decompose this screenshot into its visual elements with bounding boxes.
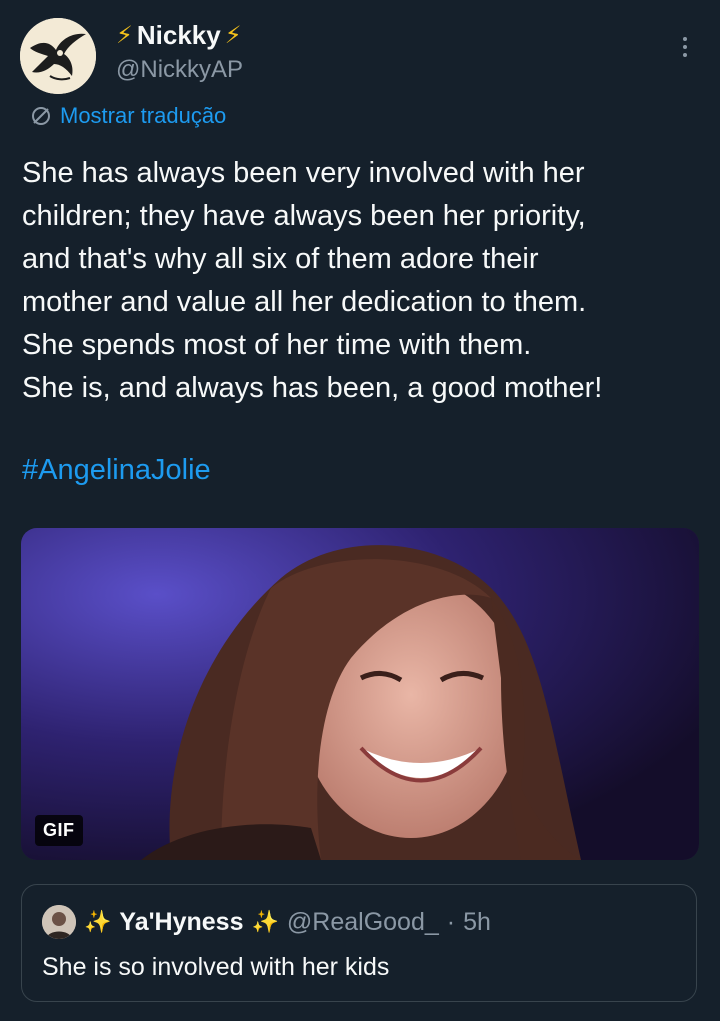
- translate-label[interactable]: Mostrar tradução: [60, 103, 226, 129]
- quoted-author-name[interactable]: Ya'Hyness: [119, 908, 243, 937]
- more-icon[interactable]: [670, 32, 700, 62]
- avatar-image: [42, 905, 76, 939]
- tweet-line: She spends most of her time with them.: [22, 329, 532, 361]
- translate-icon: [32, 107, 50, 125]
- tweet-line: children; they have always been her prio…: [22, 200, 586, 232]
- tweet-line: mother and value all her dedication to t…: [22, 286, 587, 318]
- translate-link[interactable]: Mostrar tradução: [30, 103, 226, 129]
- quoted-tweet[interactable]: ✨ Ya'Hyness ✨ @RealGood_ · 5h She is so …: [21, 884, 697, 1002]
- tweet-text: She has always been very involved with h…: [22, 152, 702, 410]
- quoted-tweet-time[interactable]: 5h: [463, 908, 491, 937]
- gif-image: [21, 528, 699, 860]
- tweet-media-gif[interactable]: GIF: [21, 528, 699, 860]
- tweet-line: She has always been very involved with h…: [22, 157, 585, 189]
- lightning-icon: ⚡: [224, 22, 242, 49]
- gif-badge: GIF: [35, 815, 83, 846]
- tweet-line: She is, and always has been, a good moth…: [22, 372, 603, 404]
- quoted-tweet-header: ✨ Ya'Hyness ✨ @RealGood_ · 5h: [42, 905, 491, 939]
- author-name-row[interactable]: ⚡ Nickky ⚡: [116, 20, 242, 51]
- quoted-author-handle[interactable]: @RealGood_: [287, 908, 439, 937]
- author-handle[interactable]: @NickkyAP: [116, 56, 243, 84]
- sparkles-icon: ✨: [84, 909, 112, 934]
- quoted-author-avatar[interactable]: [42, 905, 76, 939]
- tweet-line: and that's why all six of them adore the…: [22, 243, 539, 275]
- hashtag-link[interactable]: #AngelinaJolie: [22, 454, 211, 487]
- sparkles-icon: ✨: [251, 909, 279, 934]
- separator-dot: ·: [446, 907, 456, 936]
- lightning-icon: ⚡: [116, 22, 133, 49]
- author-name[interactable]: Nickky: [137, 20, 221, 51]
- swallow-tattoo-image: [20, 18, 96, 94]
- author-avatar[interactable]: [20, 18, 96, 94]
- quoted-tweet-text: She is so involved with her kids: [42, 953, 390, 981]
